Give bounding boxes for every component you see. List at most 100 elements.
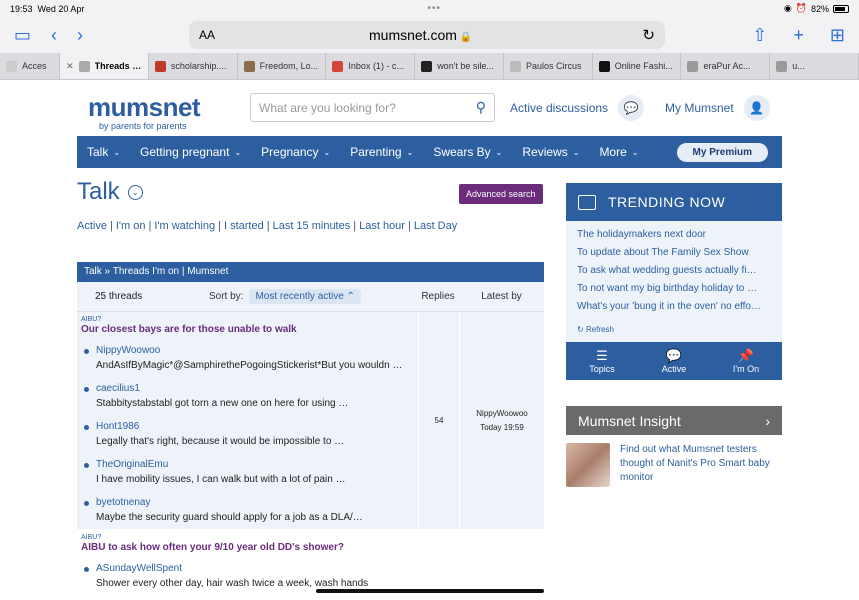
tab-overview-icon[interactable]: ⊞ — [830, 26, 845, 44]
trending-item-link[interactable]: What's your 'bung it in the oven' no eff… — [577, 301, 772, 319]
filter-link[interactable]: Active — [77, 220, 107, 232]
post-username[interactable]: NippyWoowoo — [96, 345, 414, 356]
insight-item[interactable]: Find out what Mumsnet testers thought of… — [566, 435, 782, 487]
trending-tab-topics[interactable]: ☰ Topics — [566, 342, 638, 380]
filter-link[interactable]: Last hour — [359, 220, 405, 232]
post-preview[interactable]: caecilius1 Stabbitystabstabl got torn a n… — [81, 383, 414, 411]
browser-tab[interactable]: Paulos Circus — [504, 53, 593, 79]
nav-item-pregnancy[interactable]: Pregnancy ⌄ — [251, 145, 340, 159]
nav-item-more[interactable]: More ⌄ — [589, 145, 648, 159]
latest-time: Today 19:59 — [480, 422, 524, 432]
home-indicator[interactable] — [316, 589, 544, 593]
share-icon[interactable]: ⇧ — [752, 26, 767, 44]
back-icon[interactable]: ‹ — [51, 26, 57, 44]
sidebar-icon[interactable]: ▭ — [14, 26, 31, 44]
forward-icon[interactable]: › — [77, 26, 83, 44]
chevron-down-icon: ⌄ — [572, 147, 580, 157]
post-preview[interactable]: Hont1986 Legally that's right, because it… — [81, 421, 414, 449]
filter-link[interactable]: Last Day — [414, 220, 457, 232]
post-snippet[interactable]: AndAsIfByMagic*@SamphirethePogoingSticke… — [96, 359, 414, 373]
nav-item-swears-by[interactable]: Swears By ⌄ — [423, 145, 512, 159]
address-bar[interactable]: AA mumsnet.com 🔒 ↻ — [189, 21, 665, 49]
mumsnet-logo[interactable]: mumsnet by parents for parents — [88, 92, 201, 131]
post-snippet[interactable]: Stabbitystabstabl got torn a new one on … — [96, 397, 414, 411]
browser-tab[interactable]: Freedom, Lo... — [238, 53, 327, 79]
browser-tab[interactable]: u... — [770, 53, 859, 79]
page-title-text: Talk — [77, 178, 120, 205]
post-preview[interactable]: byetotnenay Maybe the security guard shou… — [81, 497, 414, 525]
thread-title-link[interactable]: Our closest bays are for those unable to… — [81, 324, 414, 335]
insight-header[interactable]: Mumsnet Insight › — [566, 406, 782, 435]
reader-aa-button[interactable]: AA — [199, 28, 369, 42]
search-input[interactable]: What are you looking for? ⚲ — [250, 93, 495, 122]
my-premium-button[interactable]: My Premium — [676, 142, 768, 162]
browser-tab[interactable]: Inbox (1) - c... — [326, 53, 416, 79]
chevron-down-icon[interactable]: ⌄ — [127, 184, 143, 200]
nav-item-reviews[interactable]: Reviews ⌄ — [512, 145, 589, 159]
post-snippet[interactable]: Legally that's right, because it would b… — [96, 435, 414, 449]
my-mumsnet-link[interactable]: My Mumsnet 👤 — [665, 95, 770, 121]
tab-favicon-icon — [776, 60, 788, 72]
nav-item-label: Getting pregnant — [140, 145, 230, 159]
nav-item-label: Pregnancy — [261, 145, 319, 159]
refresh-link[interactable]: ↻ Refresh — [566, 323, 782, 342]
advanced-search-button[interactable]: Advanced search — [459, 184, 543, 204]
nav-item-label: Parenting — [350, 145, 402, 159]
browser-tab[interactable]: Acces — [0, 53, 61, 79]
post-preview[interactable]: ASundayWellSpent Shower every other day, … — [81, 563, 540, 591]
refresh-label: Refresh — [585, 325, 614, 334]
tab-favicon-icon — [421, 60, 433, 72]
topic-tag[interactable]: AIBU? — [81, 316, 414, 323]
post-username[interactable]: TheOriginalEmu — [96, 459, 414, 470]
user-icon: 👤 — [743, 95, 770, 121]
thread-title-link[interactable]: AIBU to ask how often your 9/10 year old… — [81, 542, 540, 553]
post-username[interactable]: caecilius1 — [96, 383, 414, 394]
post-preview[interactable]: TheOriginalEmu I have mobility issues, I … — [81, 459, 414, 487]
status-bar: 19:53 Wed 20 Apr ••• ◉ ⏰ 82% — [0, 0, 859, 17]
filter-link[interactable]: I'm on — [116, 220, 146, 232]
post-username[interactable]: ASundayWellSpent — [96, 563, 540, 574]
nav-item-parenting[interactable]: Parenting ⌄ — [340, 145, 423, 159]
trending-item-link[interactable]: To not want my big birthday holiday to … — [577, 283, 772, 301]
post-username[interactable]: Hont1986 — [96, 421, 414, 432]
link-separator: | — [109, 220, 113, 232]
active-discussions-link[interactable]: Active discussions 💬 — [510, 95, 645, 121]
insight-title: Mumsnet Insight — [578, 412, 681, 429]
post-preview[interactable]: NippyWoowoo AndAsIfByMagic*@SamphirethePo… — [81, 345, 414, 373]
close-tab-icon[interactable]: ✕ — [66, 61, 74, 72]
topic-tag[interactable]: AIBU? — [81, 534, 540, 541]
browser-tab[interactable]: won't be sile... — [415, 53, 504, 79]
insight-thumbnail[interactable] — [566, 443, 610, 487]
trending-item-link[interactable]: The holidaymakers next door — [577, 229, 772, 247]
status-right: ◉ ⏰ 82% — [784, 3, 849, 14]
post-snippet[interactable]: I have mobility issues, I can walk but w… — [96, 473, 414, 487]
trending-item-link[interactable]: To ask what wedding guests actually fi… — [577, 265, 772, 283]
alarm-icon: ⏰ — [795, 3, 807, 13]
filter-link[interactable]: I'm watching — [154, 220, 215, 232]
nav-item-getting-pregnant[interactable]: Getting pregnant ⌄ — [130, 145, 251, 159]
browser-tab[interactable]: ✕ Threads I'm... — [60, 53, 149, 79]
trending-tab-active[interactable]: 💬 Active — [638, 342, 710, 380]
sort-select[interactable]: Most recently active ⌃ — [249, 289, 362, 304]
post-snippet[interactable]: Maybe the security guard should apply fo… — [96, 511, 414, 525]
browser-tab[interactable]: eraPur Ac... — [681, 53, 771, 79]
trending-tab-i-m-on[interactable]: 📌 I'm On — [710, 342, 782, 380]
chevron-down-icon: ⌄ — [113, 147, 121, 157]
post-username[interactable]: byetotnenay — [96, 497, 414, 508]
multitask-dots-icon[interactable]: ••• — [427, 3, 441, 14]
browser-tab[interactable]: scholarship.... — [149, 53, 238, 79]
thread-row: AIBU? Our closest bays are for those unab… — [77, 312, 544, 530]
tab-label: u... — [792, 61, 805, 71]
chevron-right-icon[interactable]: › — [765, 413, 770, 429]
trending-item-link[interactable]: To update about The Family Sex Show — [577, 247, 772, 265]
browser-tab[interactable]: Online Fashi... — [593, 53, 682, 79]
search-icon[interactable]: ⚲ — [476, 99, 486, 116]
nav-item-talk[interactable]: Talk ⌄ — [77, 145, 130, 159]
url-text[interactable]: mumsnet.com 🔒 — [369, 27, 642, 43]
filter-link[interactable]: I started — [224, 220, 264, 232]
reload-icon[interactable]: ↻ — [642, 26, 655, 44]
insight-text[interactable]: Find out what Mumsnet testers thought of… — [620, 443, 782, 487]
latest-user[interactable]: NippyWoowoo — [476, 407, 527, 421]
filter-link[interactable]: Last 15 minutes — [273, 220, 351, 232]
new-tab-icon[interactable]: + — [793, 26, 804, 44]
